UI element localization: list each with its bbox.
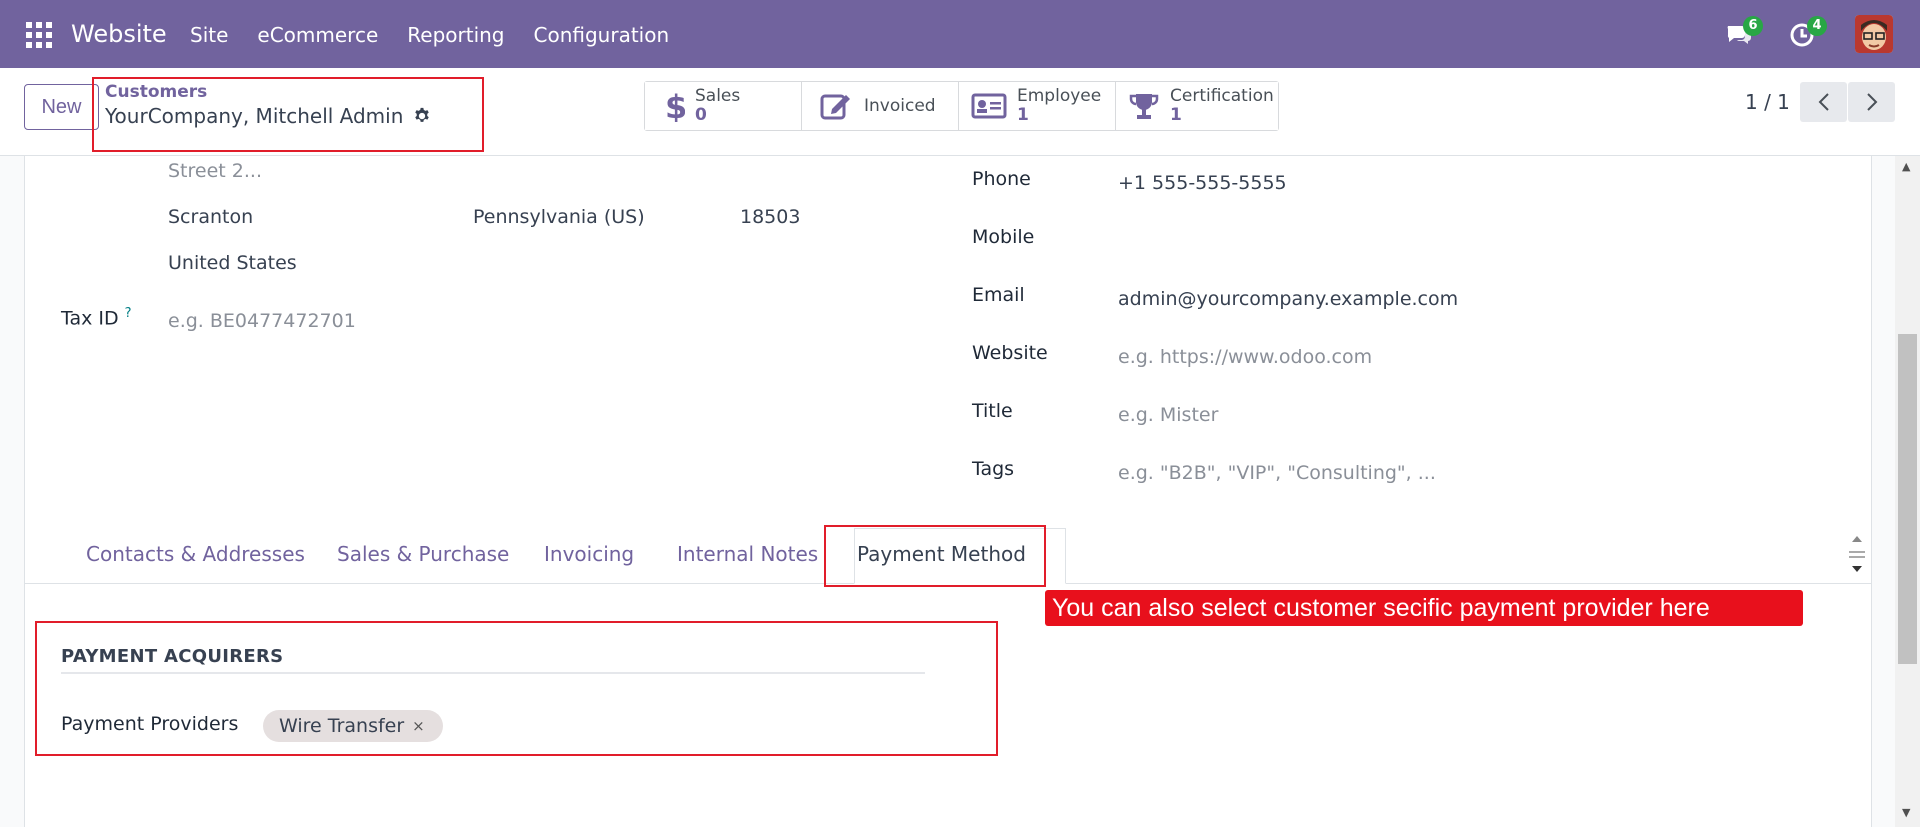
tax-id-input[interactable]: e.g. BE0477472701 bbox=[168, 310, 356, 332]
new-button[interactable]: New bbox=[24, 84, 99, 130]
smart-buttons: $ Sales 0 Invoiced Employee 1 Certificat… bbox=[644, 81, 1279, 131]
smart-button-sales[interactable]: $ Sales 0 bbox=[645, 82, 802, 130]
mobile-label: Mobile bbox=[972, 226, 1035, 248]
edit-icon bbox=[820, 94, 850, 120]
trophy-icon bbox=[1129, 94, 1159, 119]
svg-text:$: $ bbox=[665, 90, 685, 122]
scrollbar-thumb[interactable] bbox=[1898, 334, 1917, 664]
tax-id-label-text: Tax ID bbox=[61, 307, 119, 330]
avatar-face-icon bbox=[1855, 15, 1893, 53]
breadcrumb-customers[interactable]: Customers bbox=[105, 82, 431, 102]
pager-value[interactable]: 1 / 1 bbox=[1745, 90, 1790, 114]
smart-label-invoiced: Invoiced bbox=[864, 95, 936, 116]
menu-item-configuration[interactable]: Configuration bbox=[534, 23, 670, 47]
breadcrumb: Customers YourCompany, Mitchell Admin bbox=[105, 82, 431, 128]
tab-internal-notes[interactable]: Internal Notes bbox=[677, 542, 818, 566]
menu-item-reporting[interactable]: Reporting bbox=[407, 23, 504, 47]
smart-value-employee: 1 bbox=[1017, 105, 1029, 125]
tax-id-help-icon[interactable]: ? bbox=[125, 306, 132, 321]
menu-item-ecommerce[interactable]: eCommerce bbox=[257, 23, 378, 47]
phone-field[interactable]: +1 555-555-5555 bbox=[1118, 172, 1287, 194]
messages-button[interactable]: 6 bbox=[1725, 16, 1763, 48]
state-field[interactable]: Pennsylvania (US) bbox=[473, 206, 645, 228]
activities-button[interactable]: 4 bbox=[1789, 16, 1827, 48]
menu-item-site[interactable]: Site bbox=[190, 23, 228, 47]
top-navbar: Website Site eCommerce Reporting Configu… bbox=[0, 0, 1920, 68]
close-icon[interactable]: × bbox=[412, 717, 425, 735]
email-label: Email bbox=[972, 284, 1025, 306]
page-scrollbar[interactable]: ▲ ▼ bbox=[1895, 156, 1920, 827]
chevron-right-icon bbox=[1866, 93, 1877, 111]
provider-tag[interactable]: Wire Transfer × bbox=[263, 710, 443, 742]
apps-grid-icon[interactable] bbox=[26, 22, 52, 48]
payment-providers-label: Payment Providers bbox=[61, 713, 239, 735]
website-label: Website bbox=[972, 342, 1048, 364]
city-field[interactable]: Scranton bbox=[168, 206, 253, 228]
tab-payment-method[interactable]: Payment Method bbox=[857, 542, 1026, 566]
street2-input[interactable]: Street 2... bbox=[168, 160, 262, 182]
pager-buttons bbox=[1800, 82, 1896, 122]
smart-button-certification[interactable]: Certification 1 bbox=[1116, 82, 1278, 130]
scroll-up-icon[interactable]: ▲ bbox=[1902, 160, 1910, 173]
payment-section-title: PAYMENT ACQUIRERS bbox=[61, 646, 284, 667]
pager-previous-button[interactable] bbox=[1800, 82, 1847, 122]
record-name: YourCompany, Mitchell Admin bbox=[105, 104, 404, 128]
smart-button-invoiced[interactable]: Invoiced bbox=[802, 82, 959, 130]
tab-contacts-addresses[interactable]: Contacts & Addresses bbox=[86, 542, 305, 566]
tabs-scroll-control[interactable] bbox=[1846, 528, 1868, 580]
user-avatar[interactable] bbox=[1855, 15, 1893, 53]
smart-label-certification: Certification bbox=[1170, 86, 1274, 106]
smart-value-sales: 0 bbox=[695, 105, 707, 125]
smart-value-certification: 1 bbox=[1170, 105, 1182, 125]
smart-label-employee: Employee bbox=[1017, 86, 1102, 106]
tabs-scroll-arrows-icon bbox=[1849, 536, 1865, 572]
control-panel: New Customers YourCompany, Mitchell Admi… bbox=[0, 68, 1920, 156]
chevron-left-icon bbox=[1818, 93, 1829, 111]
gear-icon[interactable] bbox=[413, 107, 431, 125]
tab-invoicing[interactable]: Invoicing bbox=[544, 542, 634, 566]
annotation-callout: You can also select customer secific pay… bbox=[1045, 590, 1803, 626]
app-brand[interactable]: Website bbox=[71, 20, 167, 48]
tab-sales-purchase[interactable]: Sales & Purchase bbox=[337, 542, 509, 566]
section-divider bbox=[61, 672, 925, 674]
tax-id-label: Tax ID? bbox=[61, 306, 132, 329]
id-card-icon bbox=[971, 93, 1007, 119]
smart-label-sales: Sales bbox=[695, 86, 741, 106]
title-label: Title bbox=[972, 400, 1013, 422]
email-field[interactable]: admin@yourcompany.example.com bbox=[1118, 288, 1458, 310]
zip-field[interactable]: 18503 bbox=[740, 206, 800, 228]
pager-next-button[interactable] bbox=[1848, 82, 1895, 122]
smart-button-employee[interactable]: Employee 1 bbox=[959, 82, 1116, 130]
notebook-tabs: Contacts & Addresses Sales & Purchase In… bbox=[24, 524, 1872, 584]
country-field[interactable]: United States bbox=[168, 252, 297, 274]
breadcrumb-current: YourCompany, Mitchell Admin bbox=[105, 104, 431, 128]
activities-badge: 4 bbox=[1807, 16, 1827, 36]
main-menu: Site eCommerce Reporting Configuration bbox=[190, 23, 698, 47]
phone-label: Phone bbox=[972, 168, 1031, 190]
dollar-icon: $ bbox=[665, 90, 685, 122]
scroll-down-icon[interactable]: ▼ bbox=[1902, 806, 1910, 819]
tags-label: Tags bbox=[972, 458, 1015, 480]
tags-input[interactable]: e.g. "B2B", "VIP", "Consulting", ... bbox=[1118, 462, 1436, 484]
messages-badge: 6 bbox=[1743, 16, 1763, 36]
website-input[interactable]: e.g. https://www.odoo.com bbox=[1118, 346, 1372, 368]
title-input[interactable]: e.g. Mister bbox=[1118, 404, 1218, 426]
provider-tag-label: Wire Transfer bbox=[279, 715, 405, 737]
